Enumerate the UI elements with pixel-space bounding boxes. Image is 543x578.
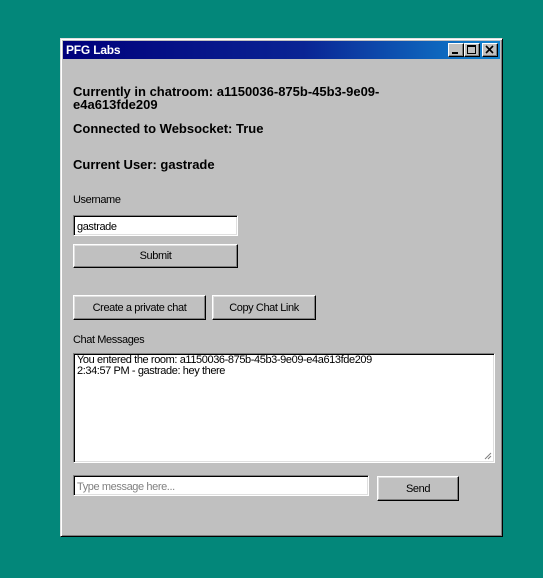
chat-message: 2:34:57 PM - gastrade: hey there — [77, 365, 226, 377]
window-title: PFG Labs — [66, 43, 121, 57]
create-private-chat-button[interactable]: Create a private chat — [73, 295, 206, 320]
username-input[interactable] — [73, 215, 238, 236]
message-input[interactable] — [73, 475, 369, 496]
current-user: Current User: gastrade — [73, 157, 215, 172]
maximize-icon — [467, 45, 476, 54]
close-icon — [485, 45, 494, 54]
maximize-button[interactable] — [464, 43, 480, 57]
username-label: Username — [73, 194, 121, 206]
title-bar[interactable]: PFG Labs — [63, 41, 500, 59]
chat-messages-label: Chat Messages — [73, 334, 145, 346]
chatroom-status-line2: e4a613fde209 — [73, 97, 158, 112]
resize-grip-icon[interactable] — [484, 452, 492, 460]
copy-chat-link-button[interactable]: Copy Chat Link — [212, 295, 316, 320]
close-button[interactable] — [482, 43, 498, 57]
minimize-icon — [452, 52, 458, 54]
window-controls — [448, 43, 498, 57]
connection-status: Connected to Websocket: True — [73, 121, 264, 136]
send-button[interactable]: Send — [377, 476, 459, 501]
minimize-button[interactable] — [448, 43, 464, 57]
chat-messages-box[interactable]: You entered the room: a1150036-875b-45b3… — [73, 353, 495, 463]
submit-button[interactable]: Submit — [73, 244, 238, 268]
chatroom-status: Currently in chatroom: a1150036-875b-45b… — [73, 85, 379, 111]
app-window: PFG Labs Currently in chatroom: a1150036… — [60, 38, 503, 537]
